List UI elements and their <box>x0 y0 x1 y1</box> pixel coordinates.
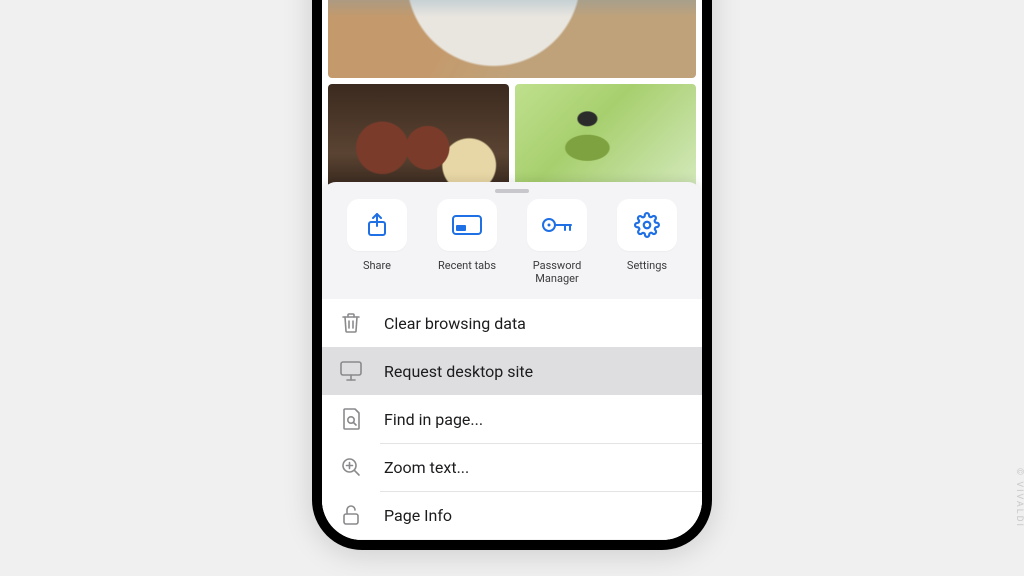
menu-label: Page Info <box>384 506 452 525</box>
menu-label: Zoom text... <box>384 458 469 477</box>
background-photo-grid <box>322 0 702 206</box>
recent-tabs-label: Recent tabs <box>438 259 496 272</box>
gear-icon <box>634 212 660 238</box>
zoom-in-icon <box>340 456 362 478</box>
share-tile <box>347 199 407 251</box>
quick-action-share[interactable]: Share <box>336 199 418 285</box>
menu-label: Clear browsing data <box>384 314 526 333</box>
find-in-page-icon <box>340 408 362 430</box>
photo-large <box>328 0 696 78</box>
menu-item-page-info[interactable]: Page Info <box>322 491 702 539</box>
bottom-sheet: Share Recent tabs <box>322 182 702 540</box>
quick-action-password-manager[interactable]: Password Manager <box>516 199 598 285</box>
sheet-grabber[interactable] <box>495 189 529 193</box>
watermark: © VIVALDI <box>1014 468 1024 528</box>
phone-screen: Share Recent tabs <box>322 0 702 540</box>
monitor-icon <box>340 360 362 382</box>
recent-tabs-icon <box>452 215 482 235</box>
menu-item-find-in-page[interactable]: Find in page... <box>322 395 702 443</box>
password-label: Password Manager <box>521 259 593 285</box>
menu-label: Request desktop site <box>384 362 533 381</box>
menu-list: Clear browsing data Request desktop site <box>322 299 702 539</box>
quick-actions-row: Share Recent tabs <box>322 199 702 299</box>
menu-item-clear-browsing-data[interactable]: Clear browsing data <box>322 299 702 347</box>
quick-action-settings[interactable]: Settings <box>606 199 688 285</box>
key-icon <box>541 216 573 234</box>
lock-open-icon <box>340 504 362 526</box>
recent-tabs-tile <box>437 199 497 251</box>
menu-label: Find in page... <box>384 410 483 429</box>
password-tile <box>527 199 587 251</box>
quick-action-recent-tabs[interactable]: Recent tabs <box>426 199 508 285</box>
settings-label: Settings <box>627 259 667 272</box>
menu-item-request-desktop-site[interactable]: Request desktop site <box>322 347 702 395</box>
share-icon <box>365 212 389 238</box>
phone-frame: Share Recent tabs <box>312 0 712 550</box>
trash-icon <box>340 312 362 334</box>
settings-tile <box>617 199 677 251</box>
share-label: Share <box>363 259 391 272</box>
menu-item-zoom-text[interactable]: Zoom text... <box>322 443 702 491</box>
